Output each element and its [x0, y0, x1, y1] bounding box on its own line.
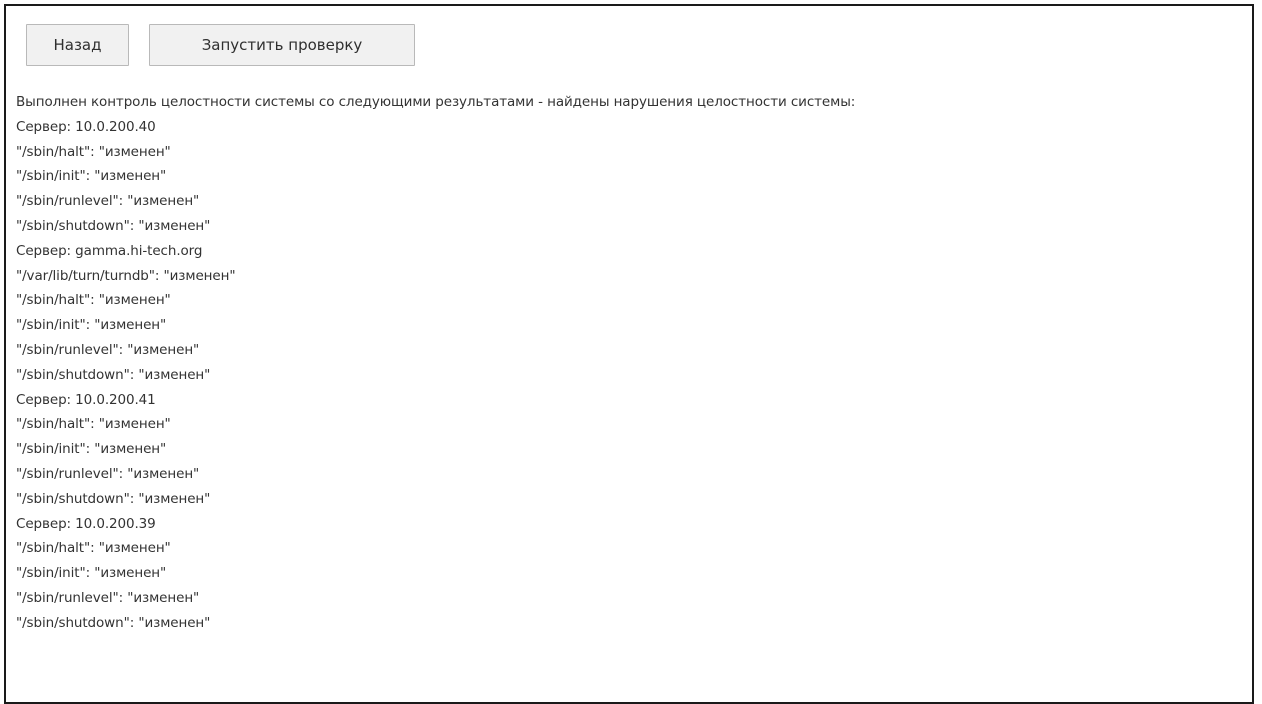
file-status-line: "/sbin/init": "изменен"	[16, 168, 167, 185]
file-status-line: "/sbin/runlevel": "изменен"	[16, 193, 200, 210]
run-check-button[interactable]: Запустить проверку	[149, 24, 415, 66]
server-line: Сервер: 10.0.200.40	[16, 118, 156, 135]
main-panel: Назад Запустить проверку Выполнен контро…	[4, 4, 1254, 704]
file-status-line: "/sbin/shutdown": "изменен"	[16, 366, 211, 383]
server-line: Сервер: gamma.hi-tech.org	[16, 242, 203, 259]
file-status-line: "/var/lib/turn/turndb": "изменен"	[16, 267, 236, 284]
file-status-line: "/sbin/shutdown": "изменен"	[16, 490, 211, 507]
file-status-line: "/sbin/halt": "изменен"	[16, 540, 171, 557]
file-status-line: "/sbin/shutdown": "изменен"	[16, 614, 211, 631]
toolbar: Назад Запустить проверку	[26, 24, 415, 66]
file-status-line: "/sbin/runlevel": "изменен"	[16, 341, 200, 358]
file-status-line: "/sbin/init": "изменен"	[16, 565, 167, 582]
file-status-line: "/sbin/halt": "изменен"	[16, 292, 171, 309]
integrity-check-result: Выполнен контроль целостности системы со…	[16, 90, 1246, 636]
back-button[interactable]: Назад	[26, 24, 129, 66]
file-status-line: "/sbin/init": "изменен"	[16, 317, 167, 334]
server-line: Сервер: 10.0.200.39	[16, 515, 156, 532]
file-status-line: "/sbin/halt": "изменен"	[16, 143, 171, 160]
file-status-line: "/sbin/init": "изменен"	[16, 441, 167, 458]
result-summary: Выполнен контроль целостности системы со…	[16, 94, 856, 110]
file-status-line: "/sbin/halt": "изменен"	[16, 416, 171, 433]
file-status-line: "/sbin/shutdown": "изменен"	[16, 217, 211, 234]
file-status-line: "/sbin/runlevel": "изменен"	[16, 465, 200, 482]
server-line: Сервер: 10.0.200.41	[16, 391, 156, 408]
file-status-line: "/sbin/runlevel": "изменен"	[16, 589, 200, 606]
